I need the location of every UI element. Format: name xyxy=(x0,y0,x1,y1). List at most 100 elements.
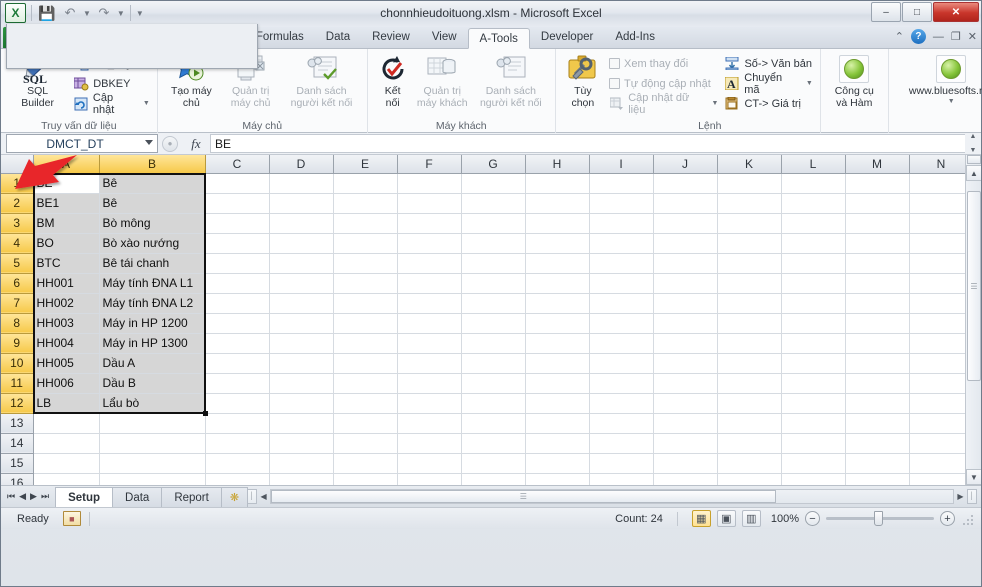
cell-G3[interactable] xyxy=(461,213,526,234)
cell-F16[interactable] xyxy=(397,473,462,485)
row-header-14[interactable]: 14 xyxy=(1,433,34,454)
cell-H4[interactable] xyxy=(525,233,590,254)
minimize-button[interactable]: – xyxy=(871,2,901,22)
cell-F12[interactable] xyxy=(397,393,462,414)
insert-function-icon[interactable]: fx xyxy=(182,133,210,154)
cell-F13[interactable] xyxy=(397,413,462,434)
cell-C2[interactable] xyxy=(205,193,270,214)
name-box[interactable]: DMCT_DT xyxy=(6,134,158,153)
cell-A6[interactable]: HH001 xyxy=(33,273,100,294)
cell-E8[interactable] xyxy=(333,313,398,334)
cell-F3[interactable] xyxy=(397,213,462,234)
sheet-tab-report[interactable]: Report xyxy=(161,486,222,507)
workbook-close-icon[interactable]: ✕ xyxy=(968,30,977,43)
cell-B7[interactable]: Máy tính ĐNA L2 xyxy=(99,293,206,314)
column-header-j[interactable]: J xyxy=(653,155,718,174)
danh-sach-nguoi-ket-noi-button[interactable]: Danh sách người kết nối xyxy=(281,52,362,109)
horizontal-scroll-track[interactable]: ☰ xyxy=(270,489,954,504)
cell-L10[interactable] xyxy=(781,353,846,374)
chuyen-ma-button[interactable]: A Chuyển mã ▼ xyxy=(722,72,814,96)
column-header-d[interactable]: D xyxy=(269,155,334,174)
cell-L5[interactable] xyxy=(781,253,846,274)
row-header-16[interactable]: 16 xyxy=(1,473,34,485)
cell-A15[interactable] xyxy=(33,453,100,474)
cell-B16[interactable] xyxy=(99,473,206,485)
cell-I16[interactable] xyxy=(589,473,654,485)
cell-I10[interactable] xyxy=(589,353,654,374)
column-header-f[interactable]: F xyxy=(397,155,462,174)
cell-K13[interactable] xyxy=(717,413,782,434)
cell-D15[interactable] xyxy=(269,453,334,474)
cell-K3[interactable] xyxy=(717,213,782,234)
cell-H1[interactable] xyxy=(525,173,590,194)
cell-B12[interactable]: Lẩu bò xyxy=(99,393,206,414)
xem-thay-doi-checkbox[interactable]: Xem thay đổi xyxy=(607,55,720,72)
cell-E15[interactable] xyxy=(333,453,398,474)
cell-N14[interactable] xyxy=(909,433,974,454)
cell-H8[interactable] xyxy=(525,313,590,334)
cell-D1[interactable] xyxy=(269,173,334,194)
cell-A13[interactable] xyxy=(33,413,100,434)
cell-E3[interactable] xyxy=(333,213,398,234)
cell-N10[interactable] xyxy=(909,353,974,374)
cell-M6[interactable] xyxy=(845,273,910,294)
insert-worksheet-button[interactable]: ❋ xyxy=(220,486,249,507)
cell-M11[interactable] xyxy=(845,373,910,394)
vertical-scrollbar[interactable]: ▲ ☰ ▼ xyxy=(965,155,981,485)
cell-F7[interactable] xyxy=(397,293,462,314)
cell-G11[interactable] xyxy=(461,373,526,394)
cell-G12[interactable] xyxy=(461,393,526,414)
row-header-12[interactable]: 12 xyxy=(1,393,34,414)
cell-N13[interactable] xyxy=(909,413,974,434)
cell-G7[interactable] xyxy=(461,293,526,314)
vertical-scroll-thumb[interactable]: ☰ xyxy=(967,191,981,381)
cell-B1[interactable]: Bê xyxy=(99,173,206,194)
cell-B4[interactable]: Bò xào nướng xyxy=(99,233,206,254)
cell-J13[interactable] xyxy=(653,413,718,434)
name-box-dropdown-icon[interactable] xyxy=(145,140,153,145)
scroll-down-button[interactable]: ▼ xyxy=(966,469,981,485)
cell-J1[interactable] xyxy=(653,173,718,194)
cell-J7[interactable] xyxy=(653,293,718,314)
cell-A11[interactable]: HH006 xyxy=(33,373,100,394)
cell-J6[interactable] xyxy=(653,273,718,294)
cell-K5[interactable] xyxy=(717,253,782,274)
cap-nhat-button[interactable]: Cập nhật ▼ xyxy=(71,92,152,116)
zoom-in-button[interactable]: + xyxy=(940,511,955,526)
first-sheet-icon[interactable]: ⏮ xyxy=(7,491,15,502)
cell-H3[interactable] xyxy=(525,213,590,234)
cell-E11[interactable] xyxy=(333,373,398,394)
cell-J15[interactable] xyxy=(653,453,718,474)
cap-nhat-du-lieu-button[interactable]: Cập nhật dữ liệu ▼ xyxy=(607,92,720,116)
cell-N9[interactable] xyxy=(909,333,974,354)
cell-D4[interactable] xyxy=(269,233,334,254)
row-header-9[interactable]: 9 xyxy=(1,333,34,354)
cell-I6[interactable] xyxy=(589,273,654,294)
worksheet-grid[interactable]: A B C D E F G H I J K L M N 1 BE Bê 2 BE1 Bê 3… xyxy=(1,155,981,485)
cell-L14[interactable] xyxy=(781,433,846,454)
cell-L7[interactable] xyxy=(781,293,846,314)
row-header-7[interactable]: 7 xyxy=(1,293,34,314)
cell-K2[interactable] xyxy=(717,193,782,214)
column-header-i[interactable]: I xyxy=(589,155,654,174)
ket-noi-button[interactable]: Kết nối xyxy=(373,52,413,109)
cell-D3[interactable] xyxy=(269,213,334,234)
cell-H9[interactable] xyxy=(525,333,590,354)
column-header-e[interactable]: E xyxy=(333,155,398,174)
cell-K6[interactable] xyxy=(717,273,782,294)
cell-H6[interactable] xyxy=(525,273,590,294)
cell-I5[interactable] xyxy=(589,253,654,274)
collapse-dialog-icon[interactable]: ● xyxy=(162,135,178,152)
formula-bar-down-icon[interactable]: ▼ xyxy=(970,147,977,154)
cell-G6[interactable] xyxy=(461,273,526,294)
cell-H2[interactable] xyxy=(525,193,590,214)
vertical-split-handle[interactable] xyxy=(967,155,981,164)
cell-C10[interactable] xyxy=(205,353,270,374)
row-header-3[interactable]: 3 xyxy=(1,213,34,234)
scroll-right-button[interactable]: ▶ xyxy=(954,492,967,501)
cell-L3[interactable] xyxy=(781,213,846,234)
cell-I3[interactable] xyxy=(589,213,654,234)
cell-I2[interactable] xyxy=(589,193,654,214)
cell-B3[interactable]: Bò mông xyxy=(99,213,206,234)
column-header-m[interactable]: M xyxy=(845,155,910,174)
